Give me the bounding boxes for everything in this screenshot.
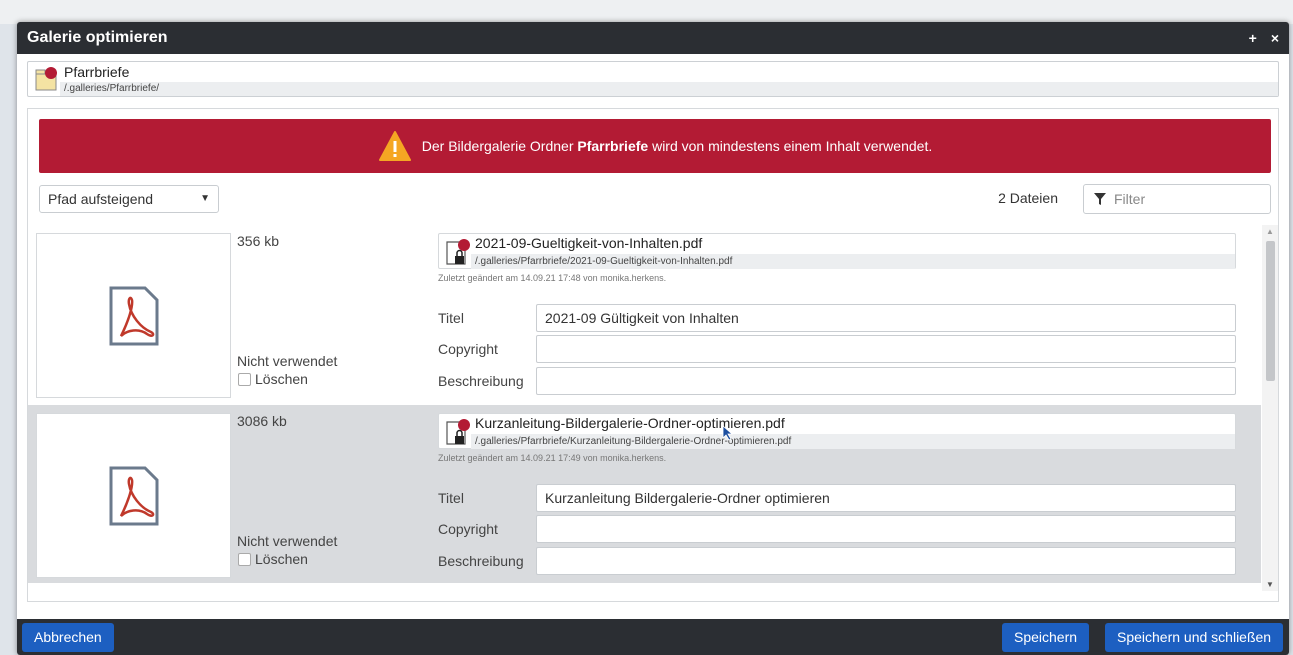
- copyright-label: Copyright: [438, 341, 498, 357]
- title-input[interactable]: 2021-09 Gültigkeit von Inhalten: [536, 304, 1236, 332]
- chevron-down-icon: ▼: [200, 193, 210, 204]
- pdf-locked-icon: [446, 239, 470, 265]
- description-input[interactable]: [536, 367, 1236, 395]
- delete-label: Löschen: [255, 551, 308, 567]
- file-size: 356 kb: [237, 233, 280, 249]
- pdf-icon: [109, 466, 158, 525]
- cancel-button[interactable]: Abbrechen: [22, 623, 114, 652]
- background-toolbar: [0, 0, 1293, 24]
- title-label: Titel: [438, 490, 464, 506]
- checkbox-box[interactable]: [238, 372, 251, 386]
- file-thumbnail[interactable]: [36, 233, 231, 398]
- title-input[interactable]: Kurzanleitung Bildergalerie-Ordner optim…: [536, 484, 1236, 512]
- close-button[interactable]: ×: [1271, 30, 1279, 46]
- folder-name: Pfarrbriefe: [64, 64, 130, 80]
- file-path: /.galleries/Pfarrbriefe/Kurzanleitung-Bi…: [471, 434, 1235, 449]
- delete-checkbox[interactable]: Löschen: [238, 371, 308, 387]
- warning-icon: [378, 131, 411, 161]
- alert-folder-name: Pfarrbriefe: [577, 138, 649, 154]
- filter-placeholder: Filter: [1114, 191, 1146, 207]
- filter-icon: [1094, 193, 1106, 205]
- modified-info: Zuletzt geändert am 14.09.21 17:49 von m…: [438, 453, 667, 463]
- file-item: 356 kb Nicht verwendet Löschen 2021-09-G…: [28, 225, 1261, 403]
- file-info: Kurzanleitung-Bildergalerie-Ordner-optim…: [438, 413, 1236, 449]
- usage-status: Nicht verwendet: [237, 533, 338, 549]
- file-name: Kurzanleitung-Bildergalerie-Ordner-optim…: [475, 415, 785, 431]
- mouse-cursor-icon: [722, 425, 734, 441]
- file-item: 3086 kb Nicht verwendet Löschen Kurzanle…: [28, 405, 1261, 583]
- usage-alert: Der Bildergalerie Ordner Pfarrbriefe wir…: [39, 119, 1271, 173]
- list-toolbar: Pfad aufsteigend ▼ 2 Dateien Filter: [39, 184, 1271, 214]
- file-count: 2 Dateien: [998, 190, 1058, 206]
- delete-checkbox[interactable]: Löschen: [238, 551, 308, 567]
- maximize-button[interactable]: +: [1249, 30, 1257, 46]
- copyright-label: Copyright: [438, 521, 498, 537]
- list-scrollbar[interactable]: ▲ ▼: [1262, 225, 1278, 591]
- scroll-down-icon[interactable]: ▼: [1262, 580, 1278, 589]
- dialog-footer: Abbrechen Speichern Speichern und schlie…: [17, 619, 1289, 655]
- save-button[interactable]: Speichern: [1002, 623, 1090, 652]
- modified-info: Zuletzt geändert am 14.09.21 17:48 von m…: [438, 273, 667, 283]
- save-and-close-button[interactable]: Speichern und schließen: [1105, 623, 1284, 652]
- description-label: Beschreibung: [438, 373, 524, 389]
- checkbox-box[interactable]: [238, 552, 251, 566]
- alert-suffix: wird von mindestens einem Inhalt verwend…: [648, 138, 933, 154]
- copyright-input[interactable]: [536, 515, 1236, 543]
- usage-status: Nicht verwendet: [237, 353, 338, 369]
- copyright-input[interactable]: [536, 335, 1236, 363]
- file-name: 2021-09-Gueltigkeit-von-Inhalten.pdf: [475, 235, 703, 251]
- file-info: 2021-09-Gueltigkeit-von-Inhalten.pdf /.g…: [438, 233, 1236, 269]
- folder-path: /.galleries/Pfarrbriefe/: [60, 82, 1278, 96]
- background-left: [0, 24, 18, 655]
- description-input[interactable]: [536, 547, 1236, 575]
- file-path: /.galleries/Pfarrbriefe/2021-09-Gueltigk…: [471, 254, 1235, 269]
- pdf-icon: [109, 286, 158, 345]
- scrollbar-thumb[interactable]: [1266, 241, 1275, 381]
- delete-label: Löschen: [255, 371, 308, 387]
- dialog-titlebar[interactable]: Galerie optimieren + ×: [17, 22, 1289, 54]
- file-list[interactable]: 356 kb Nicht verwendet Löschen 2021-09-G…: [28, 225, 1278, 591]
- alert-text: Der Bildergalerie Ordner Pfarrbriefe wir…: [422, 138, 932, 154]
- sort-select[interactable]: Pfad aufsteigend ▼: [39, 185, 219, 213]
- sort-select-value: Pfad aufsteigend: [48, 191, 154, 207]
- gallery-optimize-dialog: Galerie optimieren + × Pfarrbriefe /.gal…: [17, 22, 1289, 655]
- folder-info: Pfarrbriefe /.galleries/Pfarrbriefe/: [27, 61, 1279, 97]
- folder-gallery-icon: [35, 67, 57, 91]
- title-label: Titel: [438, 310, 464, 326]
- scroll-up-icon[interactable]: ▲: [1262, 227, 1278, 236]
- alert-prefix: Der Bildergalerie Ordner: [421, 138, 578, 154]
- pdf-locked-icon: [446, 419, 470, 445]
- filter-input[interactable]: Filter: [1083, 184, 1271, 214]
- dialog-title: Galerie optimieren: [27, 29, 168, 46]
- description-label: Beschreibung: [438, 553, 524, 569]
- file-size: 3086 kb: [237, 413, 287, 429]
- file-thumbnail[interactable]: [36, 413, 231, 578]
- content-panel: Der Bildergalerie Ordner Pfarrbriefe wir…: [27, 108, 1279, 602]
